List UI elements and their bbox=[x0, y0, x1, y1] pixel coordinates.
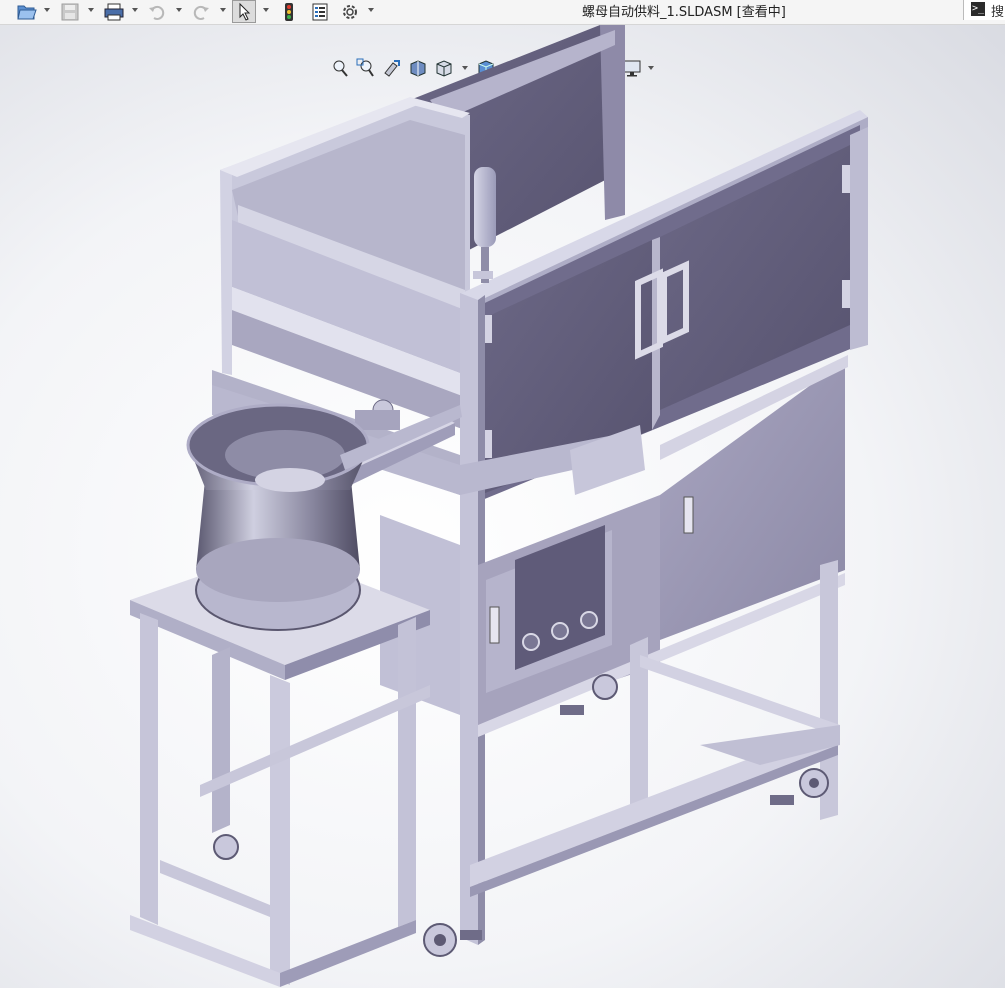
open-icon[interactable] bbox=[16, 1, 38, 23]
search-label: 搜 bbox=[991, 5, 1005, 20]
save-icon[interactable] bbox=[60, 1, 80, 23]
graphics-area[interactable] bbox=[0, 25, 1005, 988]
rebuild-icon[interactable] bbox=[281, 1, 297, 23]
print-dropdown-icon[interactable] bbox=[132, 8, 138, 12]
undo-icon[interactable] bbox=[147, 1, 167, 23]
file-properties-icon[interactable] bbox=[310, 1, 330, 23]
save-dropdown-icon[interactable] bbox=[88, 8, 94, 12]
options-gear-icon[interactable] bbox=[340, 1, 360, 23]
assembly-model[interactable] bbox=[0, 25, 1005, 988]
options-dropdown-icon[interactable] bbox=[368, 8, 374, 12]
main-toolbar: 螺母自动供料_1.SLDASM [查看中] >_ 搜 bbox=[0, 0, 1005, 25]
redo-icon[interactable] bbox=[191, 1, 211, 23]
command-search-box[interactable]: >_ 搜 bbox=[963, 0, 1005, 20]
redo-dropdown-icon[interactable] bbox=[220, 8, 226, 12]
print-icon[interactable] bbox=[103, 1, 125, 23]
terminal-icon: >_ bbox=[971, 2, 985, 16]
cursor-arrow-icon bbox=[239, 2, 251, 21]
window-title: 螺母自动供料_1.SLDASM [查看中] bbox=[582, 5, 786, 20]
undo-dropdown-icon[interactable] bbox=[176, 8, 182, 12]
tower-light bbox=[473, 167, 496, 283]
open-dropdown-icon[interactable] bbox=[44, 8, 50, 12]
select-tool-button[interactable] bbox=[232, 0, 256, 23]
select-dropdown-icon[interactable] bbox=[263, 8, 269, 12]
